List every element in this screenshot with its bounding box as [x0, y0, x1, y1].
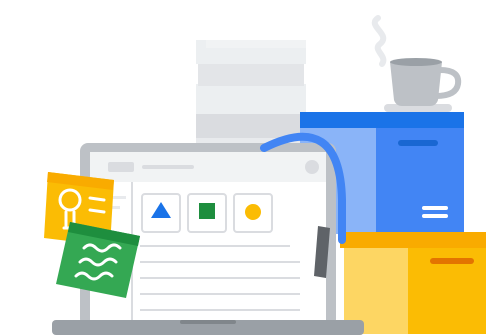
square-shape-icon: [199, 203, 215, 219]
laptop-notch: [180, 320, 236, 324]
toolbar-block: [108, 162, 134, 172]
toolbar-line: [142, 165, 194, 169]
avatar-icon: [305, 160, 319, 174]
coffee-mug: [371, 15, 462, 112]
label-line-icon: [422, 214, 448, 218]
yellow-storage-box: [340, 232, 486, 334]
blue-box-handle: [398, 140, 438, 146]
blue-box-front: [376, 116, 464, 234]
support-illustration: [0, 0, 486, 335]
yellow-box-lid: [340, 232, 486, 248]
mug-coffee: [390, 58, 442, 66]
yellow-box-front: [408, 244, 486, 334]
circle-shape-icon: [245, 204, 261, 220]
yellow-box-handle: [430, 258, 474, 264]
paper-stack: [196, 40, 306, 146]
steam-icon: [371, 15, 387, 67]
mug-body: [390, 62, 442, 106]
blue-box-lid: [300, 112, 464, 128]
label-line-icon: [422, 206, 448, 210]
